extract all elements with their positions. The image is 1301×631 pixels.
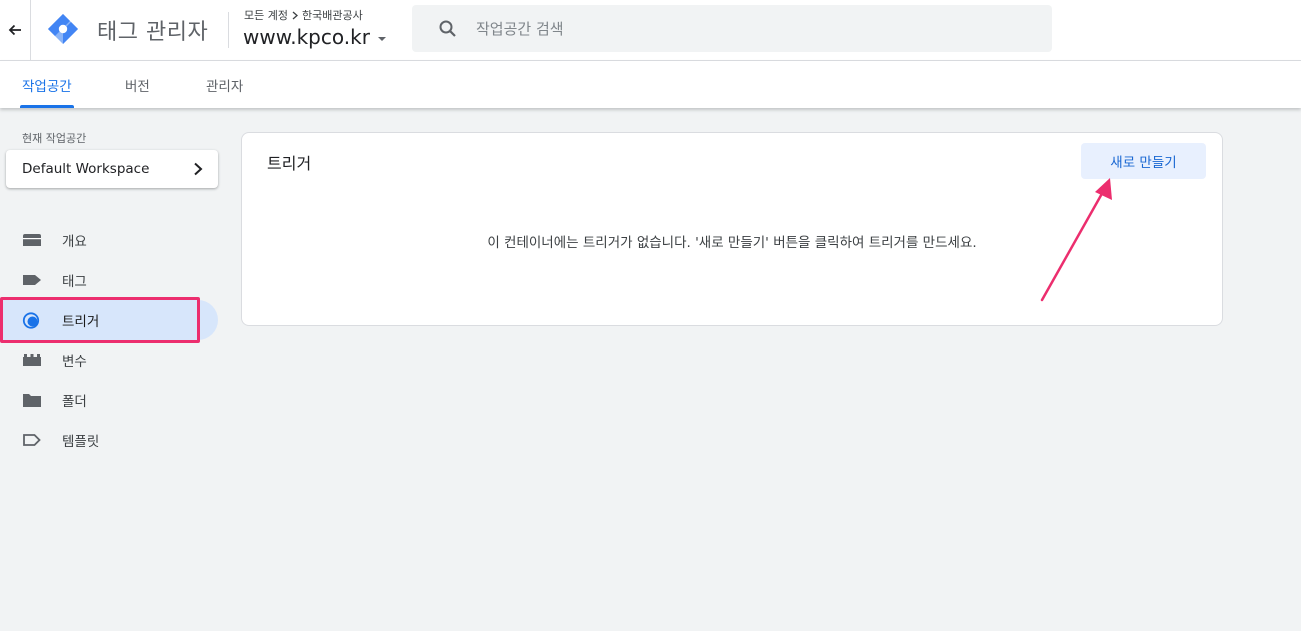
- workspace-selector[interactable]: Default Workspace: [6, 150, 218, 188]
- sidebar-item-label: 트리거: [62, 314, 100, 330]
- breadcrumb-all-accounts[interactable]: 모든 계정: [244, 7, 288, 23]
- account-breadcrumb[interactable]: 모든 계정 한국배관공사: [244, 7, 363, 23]
- sidebar-item-variables[interactable]: 변수: [0, 340, 218, 380]
- briefcase-icon: [23, 234, 41, 246]
- tab-label: 작업공간: [22, 78, 72, 95]
- sidebar-item-label: 템플릿: [62, 434, 100, 450]
- sidebar-item-label: 폴더: [62, 394, 87, 410]
- template-icon: [23, 434, 41, 446]
- tab-label: 버전: [125, 78, 150, 95]
- tab-label: 관리자: [206, 78, 244, 95]
- page-title: 트리거: [267, 154, 312, 173]
- sidebar-item-label: 태그: [62, 274, 87, 290]
- arrow-back-icon: [8, 24, 21, 36]
- tag-manager-logo-icon: [48, 14, 78, 44]
- workspace-name: Default Workspace: [22, 161, 150, 177]
- sidebar-item-label: 개요: [62, 234, 87, 250]
- sidebar-item-overview[interactable]: 개요: [0, 220, 218, 260]
- dropdown-arrow-icon: [377, 37, 386, 41]
- sidebar-item-tags[interactable]: 태그: [0, 260, 218, 300]
- tab-bar: 작업공간 버전 관리자: [0, 61, 1301, 108]
- container-name: www.kpco.kr: [243, 25, 370, 49]
- chevron-right-icon: [292, 11, 298, 19]
- empty-state-message: 이 컨테이너에는 트리거가 없습니다. '새로 만들기' 버튼을 클릭하여 트리…: [487, 235, 977, 251]
- app-title: 태그 관리자: [97, 20, 209, 45]
- tab-workspace[interactable]: 작업공간: [20, 61, 74, 108]
- container-selector[interactable]: www.kpco.kr: [243, 25, 391, 49]
- search-input[interactable]: 작업공간 검색: [476, 18, 564, 39]
- folder-icon: [23, 394, 41, 407]
- chevron-right-icon: [194, 162, 203, 176]
- trigger-icon: [22, 312, 40, 329]
- breadcrumb-account[interactable]: 한국배관공사: [302, 7, 363, 23]
- sidebar-item-folders[interactable]: 폴더: [0, 380, 218, 420]
- sidebar-item-triggers[interactable]: 트리거: [0, 300, 218, 340]
- new-trigger-button[interactable]: 새로 만들기: [1081, 143, 1206, 179]
- triggers-card: 트리거 새로 만들기 이 컨테이너에는 트리거가 없습니다. '새로 만들기' …: [241, 132, 1223, 326]
- tab-admin[interactable]: 관리자: [206, 61, 243, 108]
- sidebar-item-label: 변수: [62, 354, 87, 370]
- title-divider: [228, 12, 229, 48]
- tab-versions[interactable]: 버전: [125, 61, 150, 108]
- top-app-bar: 태그 관리자 모든 계정 한국배관공사 www.kpco.kr 작업공간 검색: [0, 0, 1301, 61]
- tag-icon: [23, 275, 41, 285]
- back-button[interactable]: [0, 0, 31, 60]
- sidebar-item-templates[interactable]: 템플릿: [0, 420, 218, 460]
- active-tab-indicator: [20, 105, 74, 108]
- workspace-search[interactable]: 작업공간 검색: [412, 5, 1052, 52]
- search-icon: [439, 20, 456, 37]
- current-workspace-label: 현재 작업공간: [22, 132, 87, 145]
- variable-icon: [23, 354, 41, 366]
